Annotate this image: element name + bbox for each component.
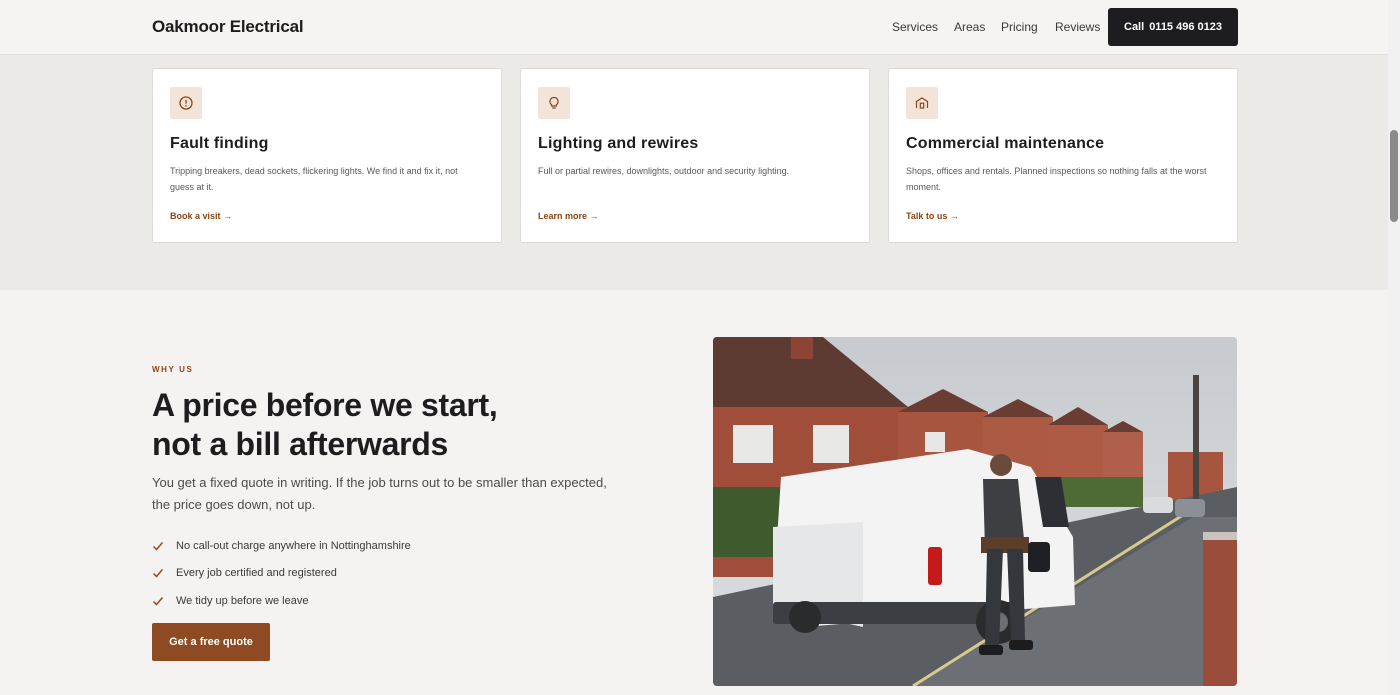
electrician-van-photo xyxy=(713,337,1237,686)
free-quote-button[interactable]: Get a free quote xyxy=(152,623,270,661)
brand-logo[interactable]: Oakmoor Electrical xyxy=(152,17,304,37)
nav-pricing[interactable]: Pricing xyxy=(1001,20,1038,34)
service-title: Lighting and rewires xyxy=(538,135,699,152)
headline-line-1: A price before we start, xyxy=(152,387,498,423)
benefit-text: No call-out charge anywhere in Nottingha… xyxy=(176,539,411,552)
service-title: Commercial maintenance xyxy=(906,135,1105,152)
call-button[interactable]: Call 0115 496 0123 xyxy=(1108,8,1238,46)
scrollbar-thumb[interactable] xyxy=(1390,130,1398,222)
nav-services[interactable]: Services xyxy=(892,20,938,34)
service-card-commercial: Commercial maintenance Shops, offices an… xyxy=(888,68,1238,243)
service-card-lighting: Lighting and rewires Full or partial rew… xyxy=(520,68,870,243)
alert-circle-icon xyxy=(170,87,202,119)
service-description: Shops, offices and rentals. Planned insp… xyxy=(906,166,1207,192)
benefit-text: We tidy up before we leave xyxy=(176,594,309,607)
headline-line-2: not a bill afterwards xyxy=(152,426,448,462)
call-number: 0115 496 0123 xyxy=(1149,21,1222,33)
nav-reviews[interactable]: Reviews xyxy=(1055,20,1100,34)
lightbulb-icon xyxy=(538,87,570,119)
section-eyebrow: WHY US xyxy=(152,365,194,374)
call-label: Call xyxy=(1124,21,1145,33)
benefit-text: Every job certified and registered xyxy=(176,567,337,580)
check-icon xyxy=(152,595,164,607)
service-description: Tripping breakers, dead sockets, flicker… xyxy=(170,166,458,192)
service-title: Fault finding xyxy=(170,135,269,152)
scrollbar[interactable] xyxy=(1388,0,1400,695)
book-visit-link[interactable]: Book a visit → xyxy=(170,211,232,221)
nav-areas[interactable]: Areas xyxy=(954,20,985,34)
service-description: Full or partial rewires, downlights, out… xyxy=(538,166,790,176)
section-headline: A price before we start, not a bill afte… xyxy=(152,386,572,464)
building-icon xyxy=(906,87,938,119)
learn-more-link[interactable]: Learn more → xyxy=(538,211,599,221)
talk-to-us-link[interactable]: Talk to us → xyxy=(906,211,959,221)
check-icon xyxy=(152,567,164,579)
site-header: Oakmoor Electrical Services Areas Pricin… xyxy=(0,0,1388,55)
benefit-item: We tidy up before we leave xyxy=(152,587,411,615)
section-lede: You get a fixed quote in writing. If the… xyxy=(152,475,607,512)
benefit-list: No call-out charge anywhere in Nottingha… xyxy=(152,532,411,615)
check-icon xyxy=(152,540,164,552)
benefit-item: No call-out charge anywhere in Nottingha… xyxy=(152,532,411,560)
service-card-fault-finding: Fault finding Tripping breakers, dead so… xyxy=(152,68,502,243)
benefit-item: Every job certified and registered xyxy=(152,560,411,588)
